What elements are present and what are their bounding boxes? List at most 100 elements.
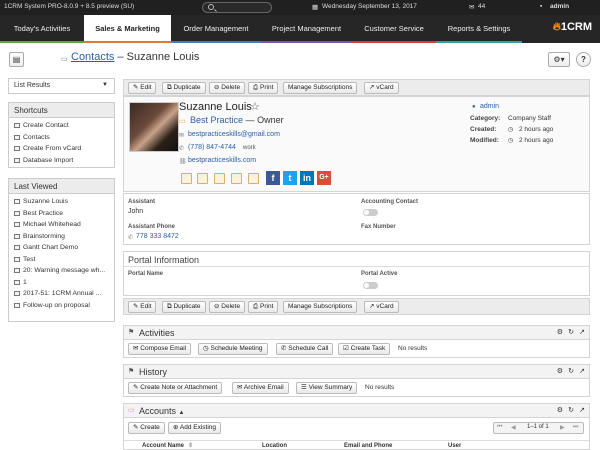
contact-icon bbox=[14, 222, 20, 227]
tab-reports-settings[interactable]: Reports & Settings bbox=[436, 15, 522, 43]
mail-count[interactable]: 44 bbox=[478, 3, 485, 10]
duplicate-button[interactable]: ⧉ Duplicate bbox=[162, 82, 206, 94]
current-date[interactable]: Wednesday September 13, 2017 bbox=[322, 3, 417, 10]
tab-project-management[interactable]: Project Management bbox=[261, 15, 352, 43]
col-user[interactable]: User bbox=[448, 443, 461, 449]
last-viewed-item[interactable]: Michael Whitehead bbox=[9, 219, 114, 231]
last-viewed-item[interactable]: Follow-up on proposal bbox=[9, 300, 114, 312]
popout-icon[interactable]: ↗ bbox=[579, 365, 585, 379]
vcard-button[interactable]: ↗ vCard bbox=[364, 301, 399, 313]
assigned-user-link[interactable]: admin bbox=[480, 103, 499, 110]
col-email-phone[interactable]: Email and Phone bbox=[344, 443, 392, 449]
accounting-contact-toggle[interactable] bbox=[363, 209, 378, 216]
create-account-button[interactable]: ✎ Create bbox=[128, 422, 165, 434]
edit-button[interactable]: ✎ Edit bbox=[128, 301, 157, 313]
portal-active-label: Portal Active bbox=[361, 271, 398, 277]
last-page-icon[interactable]: ⏭ bbox=[573, 424, 578, 431]
shortcut-create-from-vcard[interactable]: Create From vCard bbox=[9, 143, 114, 155]
shortcut-database-import[interactable]: Database Import bbox=[9, 155, 114, 167]
last-viewed-item[interactable]: Gantt Chart Demo bbox=[9, 242, 114, 254]
delete-button[interactable]: ⊖ Delete bbox=[209, 82, 246, 94]
edit-button[interactable]: ✎ Edit bbox=[128, 82, 157, 94]
app-logo[interactable]: 🔥︎1CRM bbox=[553, 21, 592, 34]
shortcut-contacts[interactable]: Contacts bbox=[9, 132, 114, 144]
delete-button[interactable]: ⊖ Delete bbox=[209, 301, 246, 313]
note-action-icon[interactable] bbox=[197, 173, 208, 184]
last-viewed-item[interactable]: 2017-51: 1CRM Annual ... bbox=[9, 288, 114, 300]
attachment-action-icon[interactable] bbox=[248, 173, 259, 184]
sort-icon[interactable]: ⇕ bbox=[188, 442, 193, 449]
prev-page-icon[interactable]: ◀ bbox=[511, 424, 516, 431]
create-task-button[interactable]: ☑ Create Task bbox=[338, 343, 391, 355]
accounts-header[interactable]: ▭ Accounts ▲ ⚙︎ ↻ ↗ bbox=[123, 403, 590, 418]
sidebar-toggle-button[interactable]: ▤ bbox=[9, 52, 24, 67]
tab-sales-marketing[interactable]: Sales & Marketing bbox=[84, 15, 171, 43]
activities-icon: ⚑ bbox=[128, 329, 135, 336]
google-plus-icon[interactable]: G+ bbox=[317, 171, 331, 185]
sort-up-icon[interactable]: ▲ bbox=[179, 410, 185, 416]
calendar-icon[interactable]: ▦ bbox=[312, 3, 318, 11]
breadcrumb-module-link[interactable]: Contacts bbox=[71, 51, 114, 63]
last-viewed-item[interactable]: 20: Warning message wh... bbox=[9, 265, 114, 277]
tab-order-management[interactable]: Order Management bbox=[171, 15, 261, 43]
tab-customer-service[interactable]: Customer Service bbox=[352, 15, 436, 43]
global-search[interactable] bbox=[202, 2, 272, 13]
help-button[interactable]: ? bbox=[576, 52, 591, 67]
schedule-call-button[interactable]: ✆ Schedule Call bbox=[276, 343, 334, 355]
manage-subscriptions-button[interactable]: Manage Subscriptions bbox=[283, 301, 358, 313]
view-summary-button[interactable]: ☰ View Summary bbox=[296, 382, 358, 394]
folder-icon: ▭ bbox=[128, 407, 135, 414]
shortcut-create-contact[interactable]: Create Contact bbox=[9, 120, 114, 132]
col-account-name[interactable]: Account Name bbox=[142, 443, 184, 449]
company-link[interactable]: Best Practice bbox=[190, 115, 243, 125]
last-viewed-item[interactable]: Best Practice bbox=[9, 208, 114, 220]
project-icon bbox=[14, 245, 20, 250]
linkedin-icon[interactable]: in bbox=[300, 171, 314, 185]
gear-icon[interactable]: ⚙︎ bbox=[557, 404, 563, 418]
task-action-icon[interactable] bbox=[231, 173, 242, 184]
duplicate-button[interactable]: ⧉ Duplicate bbox=[162, 301, 206, 313]
clock-icon: ◷ bbox=[508, 138, 514, 144]
last-viewed-item[interactable]: Test bbox=[9, 254, 114, 266]
add-existing-button[interactable]: ⊕ Add Existing bbox=[168, 422, 222, 434]
email-action-icon[interactable] bbox=[181, 173, 192, 184]
last-viewed-item[interactable]: Suzanne Louis bbox=[9, 196, 114, 208]
compose-email-button[interactable]: ✉ Compose Email bbox=[128, 343, 192, 355]
email-link[interactable]: bestpracticeskills@gmail.com bbox=[188, 131, 280, 138]
mail-icon[interactable]: ✉ bbox=[469, 3, 474, 11]
manage-subscriptions-button[interactable]: Manage Subscriptions bbox=[283, 82, 358, 94]
twitter-icon[interactable]: t bbox=[283, 171, 297, 185]
settings-button[interactable]: ⚙︎▾ bbox=[548, 52, 570, 67]
assistant-phone-link[interactable]: 778 333 8472 bbox=[136, 233, 179, 240]
gear-icon[interactable]: ⚙︎ bbox=[557, 326, 563, 340]
schedule-meeting-button[interactable]: ◷ Schedule Meeting bbox=[198, 343, 268, 355]
col-location[interactable]: Location bbox=[262, 443, 287, 449]
refresh-icon[interactable]: ↻ bbox=[568, 365, 574, 379]
last-viewed-item[interactable]: Brainstorming bbox=[9, 231, 114, 243]
gear-icon[interactable]: ⚙︎ bbox=[557, 365, 563, 379]
history-header[interactable]: ⚑ History ⚙︎ ↻ ↗ bbox=[123, 364, 590, 379]
star-icon[interactable]: ☆ bbox=[250, 100, 260, 113]
last-viewed-item[interactable]: 1 bbox=[9, 277, 114, 289]
print-button[interactable]: ⎙ Print bbox=[248, 301, 279, 313]
next-page-icon[interactable]: ▶ bbox=[560, 424, 565, 431]
refresh-icon[interactable]: ↻ bbox=[568, 404, 574, 418]
archive-email-button[interactable]: ✉ Archive Email bbox=[232, 382, 289, 394]
create-note-button[interactable]: ✎ Create Note or Attachment bbox=[128, 382, 223, 394]
first-page-icon[interactable]: ⏮ bbox=[497, 424, 502, 431]
portal-active-toggle[interactable] bbox=[363, 282, 378, 289]
facebook-icon[interactable]: f bbox=[266, 171, 280, 185]
meeting-action-icon[interactable] bbox=[214, 173, 225, 184]
tab-todays-activities[interactable]: Today's Activities bbox=[0, 15, 84, 43]
vcard-button[interactable]: ↗ vCard bbox=[364, 82, 399, 94]
phone-link[interactable]: (778) 847-4744 bbox=[188, 144, 236, 151]
history-empty: No results bbox=[365, 384, 395, 391]
activities-header[interactable]: ⚑ Activities ⚙︎ ↻ ↗ bbox=[123, 325, 590, 340]
print-button[interactable]: ⎙ Print bbox=[248, 82, 279, 94]
website-link[interactable]: bestpracticeskills.com bbox=[188, 157, 256, 164]
refresh-icon[interactable]: ↻ bbox=[568, 326, 574, 340]
list-results-select[interactable]: List Results ▼ bbox=[8, 78, 115, 94]
user-menu[interactable]: admin bbox=[550, 3, 569, 10]
popout-icon[interactable]: ↗ bbox=[579, 326, 585, 340]
popout-icon[interactable]: ↗ bbox=[579, 404, 585, 418]
